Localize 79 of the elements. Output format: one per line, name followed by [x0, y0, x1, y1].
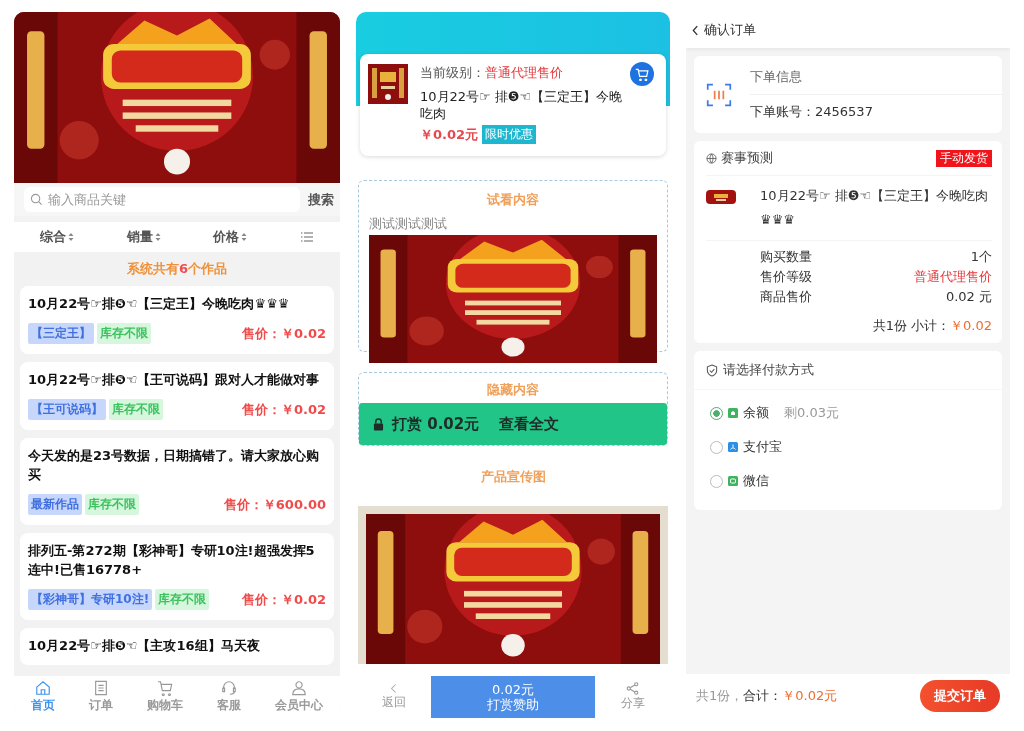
- payment-option[interactable]: 余额 剩0.03元: [710, 396, 986, 430]
- delivery-badge: 手动发货: [936, 149, 992, 167]
- field-value: 1个: [970, 248, 992, 266]
- wallet-icon: [728, 408, 738, 418]
- product-card[interactable]: 10月22号☞排❺☜【三定王】今晚吃肉♛♛♛ 【三定王】 库存不限 售价：￥0.02: [20, 286, 334, 354]
- product-price: 售价：￥0.02: [241, 590, 326, 609]
- product-title: 10月22号☞ 排❺☜【三定王】今晚吃肉: [420, 88, 624, 122]
- user-icon: [291, 680, 307, 696]
- headset-icon: [221, 680, 237, 696]
- product-tag: 库存不限: [109, 399, 163, 420]
- field-label: 售价等级: [760, 268, 812, 286]
- product-title: 10月22号☞ 排❺☜【三定王】今晚吃肉♛♛♛: [760, 187, 990, 229]
- home-icon: [35, 680, 51, 696]
- product-tag: 最新作品: [28, 494, 82, 515]
- sort-button[interactable]: 综合: [40, 228, 75, 246]
- product-card[interactable]: 今天发的是23号数据，日期搞错了。请大家放心购买 最新作品 库存不限 售价：￥600.00: [20, 438, 334, 525]
- preview-text: 测试测试测试: [369, 215, 448, 233]
- sort-button[interactable]: 销量: [126, 228, 161, 246]
- section-heading: 试看内容: [485, 191, 540, 209]
- product-count: 系统共有6个作品: [125, 260, 228, 278]
- product-price: 售价：￥600.00: [223, 495, 326, 514]
- section-heading: 请选择付款方式: [723, 361, 814, 379]
- search-button[interactable]: 搜索: [308, 190, 334, 209]
- unlock-button[interactable]: 打赏 0.02元 查看全文: [359, 403, 667, 445]
- product-tag: 库存不限: [97, 323, 151, 344]
- account-number: 下单账号：2456537: [750, 103, 874, 121]
- chevron-left-icon: [389, 683, 398, 694]
- section-heading: 隐藏内容: [486, 381, 540, 399]
- chat-icon: [728, 476, 738, 486]
- sort-icon: [241, 232, 248, 242]
- search-field[interactable]: 输入商品关键: [24, 187, 300, 212]
- payment-option[interactable]: 微信: [710, 464, 986, 498]
- sort-icon: [68, 232, 75, 242]
- product-price: 售价：￥0.02: [241, 400, 326, 419]
- section-heading: 产品宣传图: [479, 468, 547, 486]
- payment-option[interactable]: 支付宝: [710, 430, 986, 464]
- scan-icon: [706, 81, 732, 108]
- chevron-left-icon: [692, 24, 699, 36]
- shield-icon: [706, 363, 718, 377]
- field-value: 0.02 元: [945, 288, 992, 306]
- sort-icon: [154, 232, 161, 242]
- list-view-icon[interactable]: [299, 231, 314, 243]
- category-label: 赛事预测: [721, 149, 773, 167]
- share-icon: [626, 682, 639, 695]
- section-heading: 下单信息: [750, 64, 1002, 95]
- document-icon: [93, 680, 109, 696]
- product-title: 排列五-第272期【彩神哥】专研10注!超强发挥5连中!已售16778+: [28, 542, 316, 579]
- cart-button[interactable]: [630, 62, 654, 86]
- sort-button[interactable]: 价格: [213, 228, 248, 246]
- search-icon: [30, 193, 43, 206]
- lock-icon: [373, 417, 384, 431]
- promo-tag: 限时优惠: [482, 125, 537, 144]
- product-title: 10月22号☞排❺☜【主攻16组】马天夜: [28, 637, 261, 655]
- product-tag: 【彩神哥】专研10注!: [28, 589, 153, 610]
- product-card[interactable]: 10月22号☞排❺☜【王可说码】跟对人才能做对事 【王可说码】 库存不限 售价：￥0.02: [20, 362, 334, 430]
- product-card[interactable]: 排列五-第272期【彩神哥】专研10注!超强发挥5连中!已售16778+ 【彩神哥】专研10注! 库存不限 售价：￥0.02: [20, 533, 334, 620]
- product-title: 10月22号☞排❺☜【王可说码】跟对人才能做对事: [28, 371, 321, 389]
- field-value: 普通代理售价: [914, 268, 992, 286]
- back-button[interactable]: 确认订单: [692, 21, 756, 39]
- cart-icon: [157, 680, 173, 696]
- globe-icon: [706, 152, 717, 164]
- product-title: 10月22号☞排❺☜【三定王】今晚吃肉♛♛♛: [28, 295, 291, 313]
- subtotal: 共1份 小计：￥0.02: [871, 317, 992, 335]
- submit-button[interactable]: 提交订单: [920, 680, 1000, 712]
- product-tag: 【三定王】: [28, 323, 94, 344]
- product-tag: 库存不限: [155, 589, 210, 610]
- product-price: ￥0.02元: [420, 125, 479, 144]
- product-tag: 库存不限: [85, 494, 139, 515]
- product-price: 售价：￥0.02: [241, 324, 326, 343]
- radio-button[interactable]: [710, 406, 723, 420]
- cart-icon: [635, 67, 649, 81]
- payment-icon: [728, 442, 738, 452]
- product-tag: 【王可说码】: [28, 399, 106, 420]
- field-label: 购买数量: [760, 248, 812, 266]
- agent-level: 当前级别：普通代理售价: [420, 64, 564, 82]
- product-card[interactable]: 10月22号☞排❺☜【主攻16组】马天夜: [20, 628, 334, 665]
- field-label: 商品售价: [760, 288, 812, 306]
- order-total: 共1份，合计：￥0.02元: [696, 687, 838, 705]
- product-title: 今天发的是23号数据，日期搞错了。请大家放心购买: [28, 447, 321, 484]
